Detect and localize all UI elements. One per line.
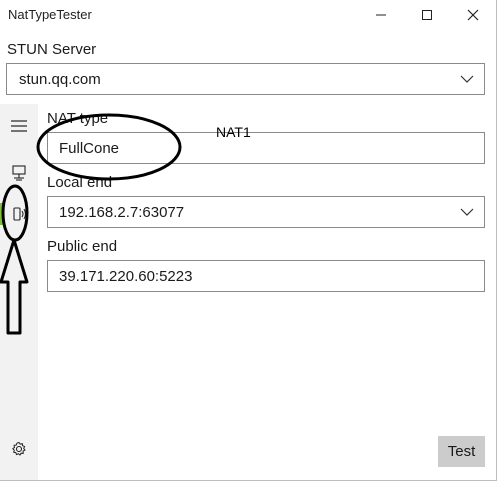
device-speaker-icon bbox=[13, 207, 27, 221]
test-button[interactable]: Test bbox=[438, 436, 485, 467]
title-bar: NatTypeTester bbox=[0, 0, 496, 30]
maximize-icon bbox=[422, 10, 432, 20]
nat-type-label: NAT type bbox=[47, 110, 109, 127]
hamburger-menu-button[interactable] bbox=[8, 115, 30, 137]
public-end-value: 39.171.220.60:5223 bbox=[59, 267, 193, 285]
computer-network-icon bbox=[12, 165, 26, 181]
app-window: NatTypeTester STUN Server stun.qq.com NA… bbox=[0, 0, 497, 481]
stun-server-label: STUN Server bbox=[7, 41, 97, 58]
nav-item-rfc3489[interactable] bbox=[8, 162, 30, 184]
selected-nav-indicator bbox=[0, 203, 3, 225]
hamburger-menu-icon bbox=[11, 120, 27, 132]
minimize-button[interactable] bbox=[358, 0, 404, 30]
chevron-down-icon bbox=[460, 75, 474, 83]
stun-server-value: stun.qq.com bbox=[19, 70, 101, 88]
local-end-label: Local end bbox=[47, 174, 113, 191]
main-content: NAT type FullCone Local end 192.168.2.7:… bbox=[38, 104, 496, 480]
window-title: NatTypeTester bbox=[8, 7, 92, 22]
local-end-combobox[interactable]: 192.168.2.7:63077 bbox=[47, 196, 485, 228]
minimize-icon bbox=[376, 14, 386, 16]
nav-item-rfc5780[interactable] bbox=[8, 203, 30, 225]
settings-button[interactable] bbox=[8, 438, 30, 460]
gear-icon bbox=[12, 441, 26, 456]
nat-type-field[interactable]: FullCone bbox=[47, 132, 485, 164]
local-end-value: 192.168.2.7:63077 bbox=[59, 203, 185, 221]
navigation-pane bbox=[0, 104, 38, 480]
public-end-field[interactable]: 39.171.220.60:5223 bbox=[47, 260, 485, 292]
annotation-label: NAT1 bbox=[216, 124, 251, 140]
public-end-label: Public end bbox=[47, 238, 118, 255]
chevron-down-icon bbox=[460, 208, 474, 216]
stun-server-combobox[interactable]: stun.qq.com bbox=[6, 63, 485, 95]
close-button[interactable] bbox=[450, 0, 496, 30]
close-icon bbox=[467, 9, 479, 21]
maximize-button[interactable] bbox=[404, 0, 450, 30]
nat-type-value: FullCone bbox=[59, 139, 120, 157]
